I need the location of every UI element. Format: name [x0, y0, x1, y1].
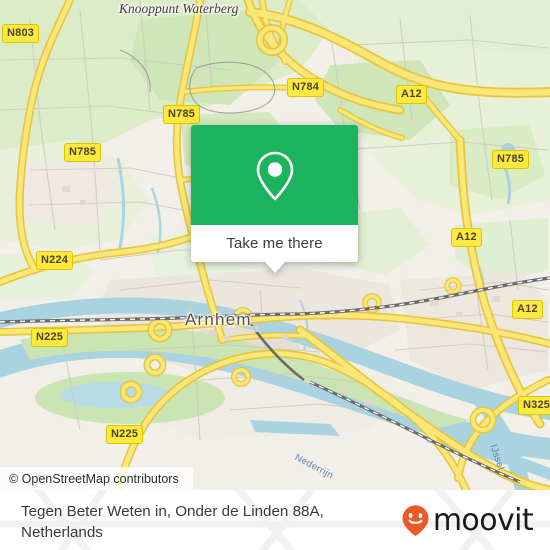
openstreetmap-attribution[interactable]: © OpenStreetMap contributors [9, 472, 179, 486]
road-shield-n224[interactable]: N224 [36, 251, 74, 270]
road-shield-a12-southeast[interactable]: A12 [512, 300, 543, 319]
footer-bar: Tegen Beter Weten in, Onder de Linden 88… [0, 490, 550, 550]
road-shield-n785-center[interactable]: N785 [163, 105, 201, 124]
road-shield-n225-west[interactable]: N225 [31, 328, 69, 347]
map-label-knooppunt-waterberg: Knooppunt Waterberg [119, 1, 239, 16]
moovit-wordmark: moovit [432, 502, 534, 538]
take-me-there-label: Take me there [226, 235, 323, 252]
road-shield-a12-east[interactable]: A12 [451, 228, 482, 247]
road-shield-n785-west[interactable]: N785 [64, 143, 102, 162]
road-shield-n785-east[interactable]: N785 [492, 150, 530, 169]
road-shield-n784[interactable]: N784 [287, 78, 325, 97]
take-me-there-button[interactable]: Take me there [191, 225, 358, 262]
popup-image-area [191, 125, 358, 225]
road-shield-n325[interactable]: N325 [518, 396, 550, 415]
location-pin-icon [256, 151, 293, 201]
moovit-smiley-pin-icon [402, 505, 429, 536]
map-label-arnhem: Arnhem [185, 310, 252, 329]
moovit-logo[interactable]: moovit [400, 502, 534, 538]
map-viewport[interactable]: Knooppunt Waterberg Arnhem Nederrijn IJs… [0, 0, 550, 490]
attribution-bar: © OpenStreetMap contributors [0, 467, 193, 490]
take-me-there-popup[interactable]: Take me there [191, 125, 358, 273]
map-page: Knooppunt Waterberg Arnhem Nederrijn IJs… [0, 0, 550, 550]
road-shield-n803[interactable]: N803 [2, 24, 40, 43]
location-title: Tegen Beter Weten in, Onder de Linden 88… [21, 503, 324, 541]
road-shield-a12-north[interactable]: A12 [396, 85, 427, 104]
road-shield-n225-south[interactable]: N225 [106, 425, 144, 444]
popup-pointer [263, 261, 286, 273]
